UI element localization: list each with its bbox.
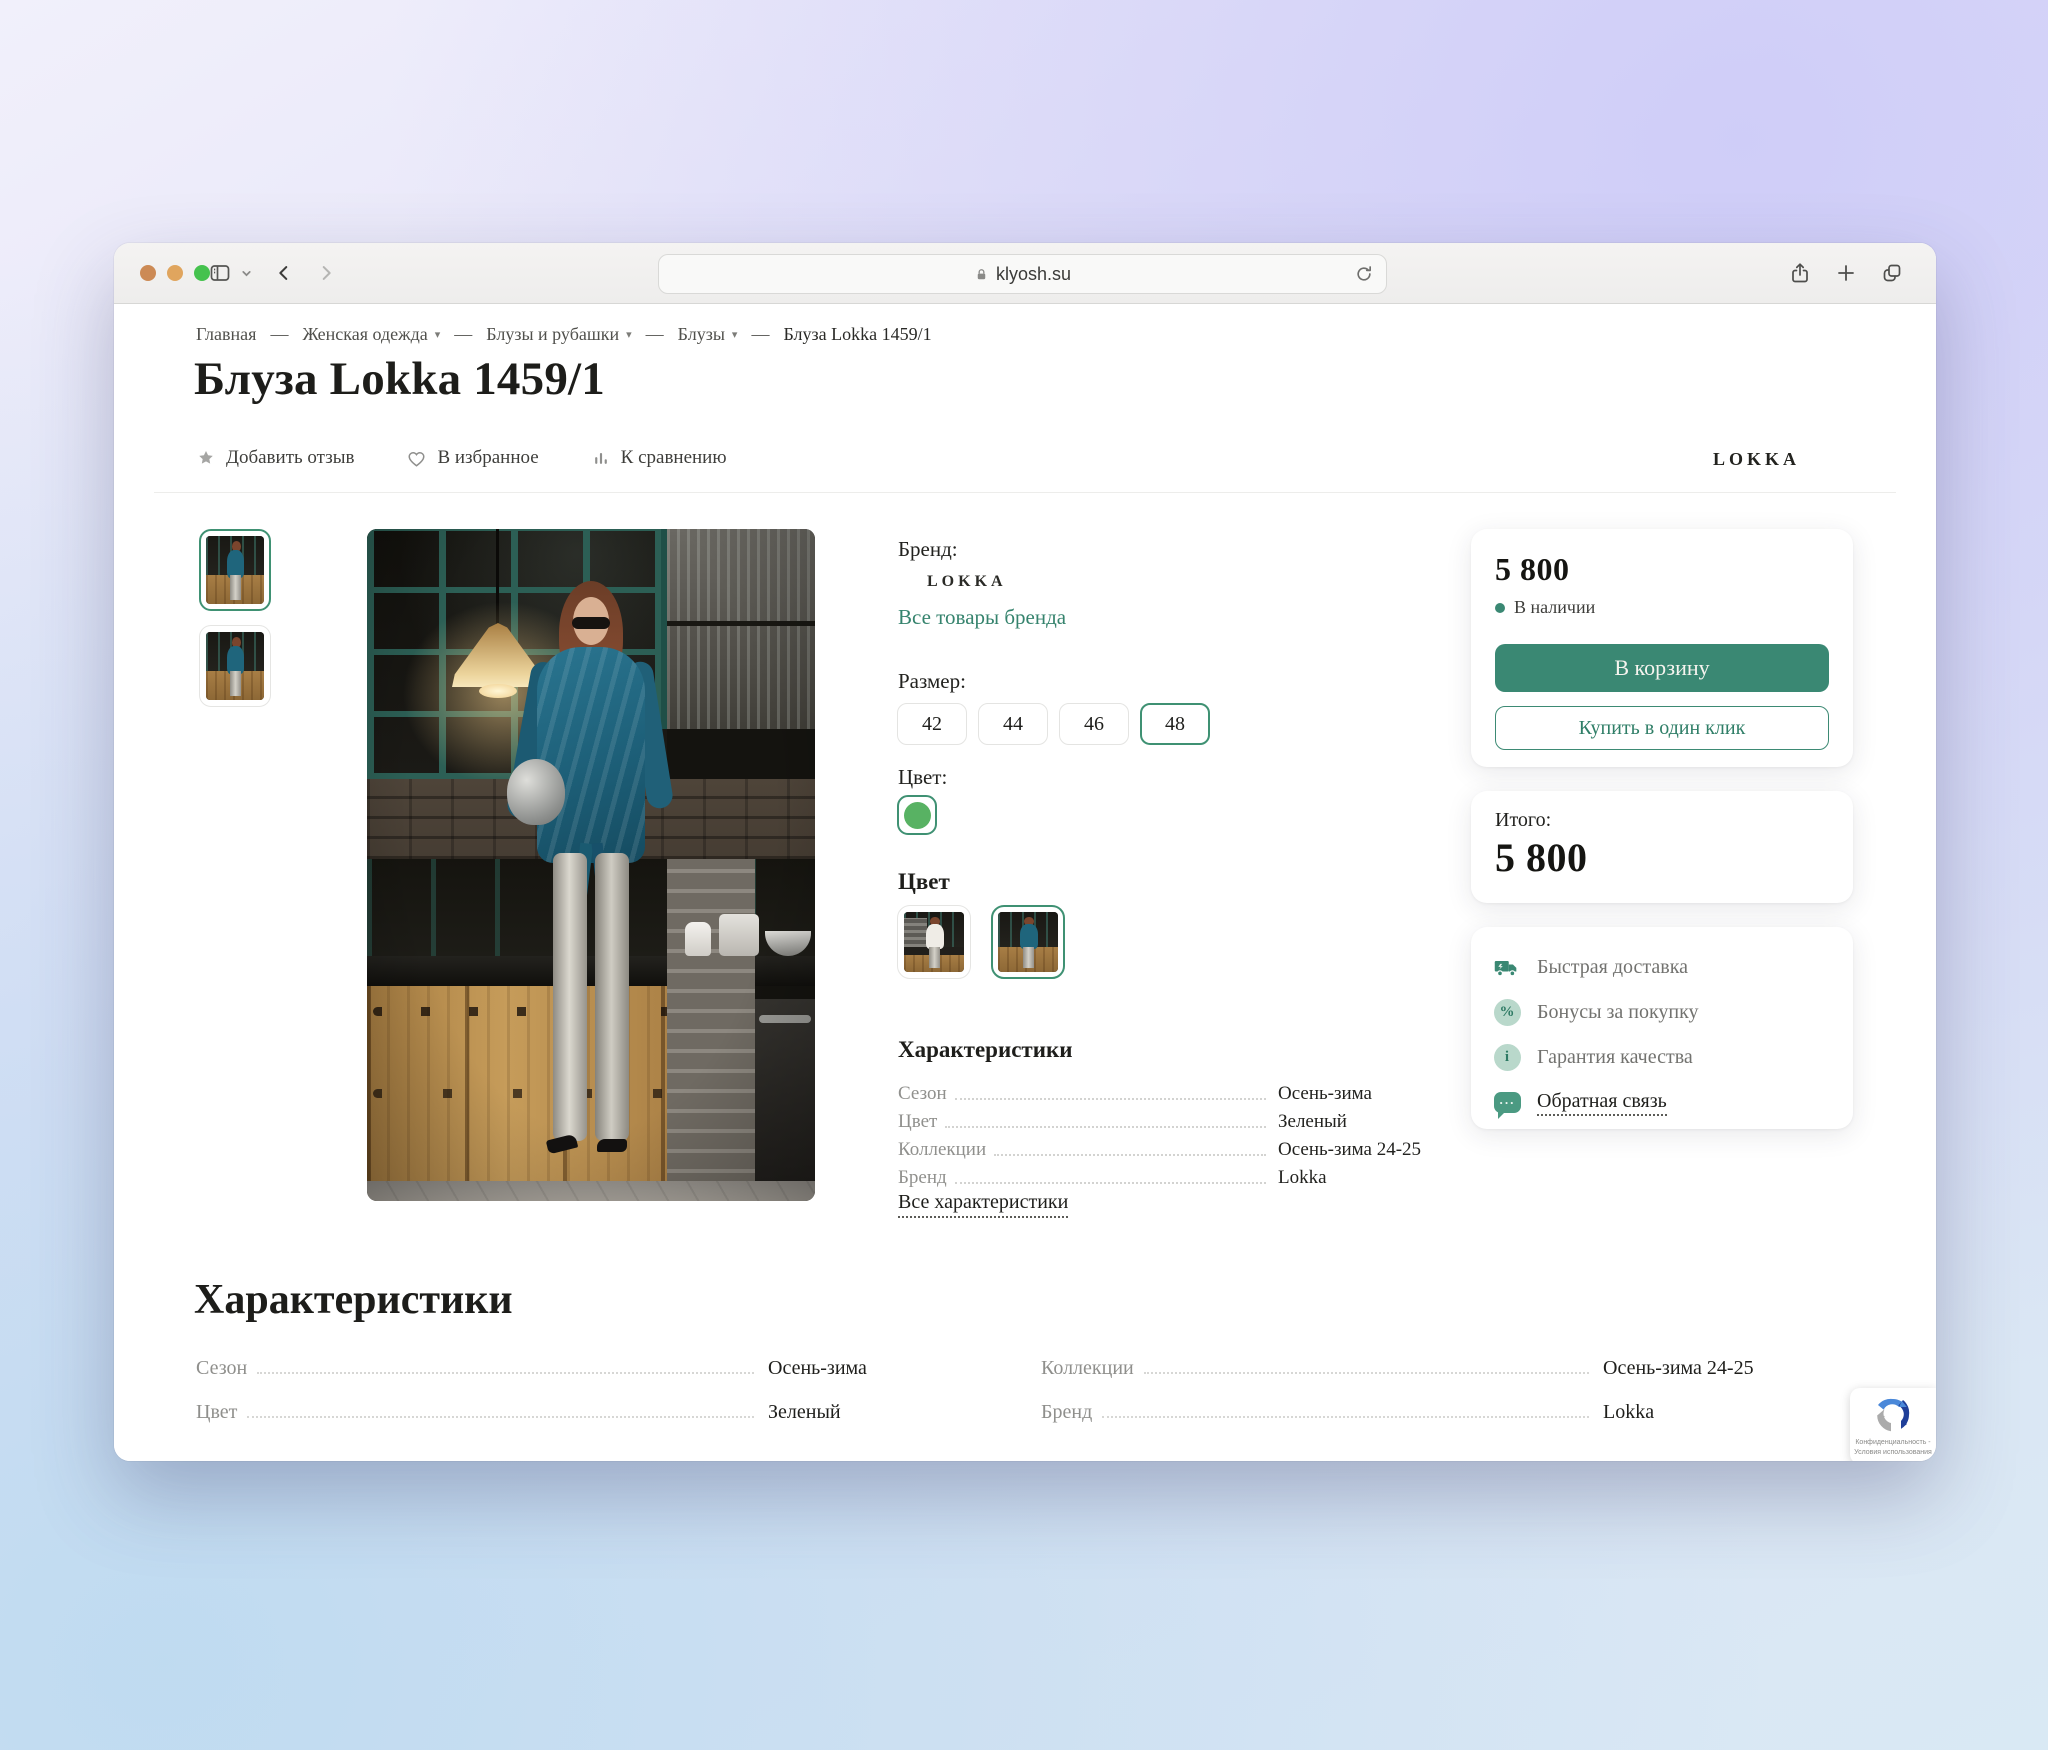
- size-options: 42 44 46 48: [897, 703, 1210, 745]
- compare-button[interactable]: К сравнению: [591, 447, 727, 469]
- lock-icon: [974, 267, 989, 282]
- chat-icon: ···: [1493, 1089, 1521, 1117]
- chevron-down-icon[interactable]: [238, 265, 254, 281]
- gallery-thumbnail-2[interactable]: [199, 625, 271, 707]
- mini-specs-title: Характеристики: [898, 1037, 1072, 1063]
- recaptcha-icon: [1873, 1395, 1913, 1435]
- breadcrumb-separator: —: [454, 324, 472, 345]
- color-variant-white[interactable]: [897, 905, 971, 979]
- new-tab-icon[interactable]: [1832, 260, 1860, 286]
- color-swatch-green[interactable]: [897, 795, 937, 835]
- page-content: Главная — Женская одежда▾ — Блузы и руба…: [114, 304, 1936, 1461]
- features-card: Быстрая доставка % Бонусы за покупку i Г…: [1471, 927, 1853, 1129]
- feature-bonuses: % Бонусы за покупку: [1493, 990, 1831, 1035]
- add-to-cart-button[interactable]: В корзину: [1495, 644, 1829, 692]
- total-label: Итого:: [1495, 809, 1829, 832]
- reload-icon[interactable]: [1353, 263, 1375, 285]
- spec-row: ЦветЗеленый: [196, 1394, 896, 1424]
- spec-row: ЦветЗеленый: [898, 1105, 1440, 1133]
- photo-glass-cabinet: [661, 529, 815, 729]
- spec-row: СезонОсень-зима: [196, 1350, 896, 1380]
- tab-overview-icon[interactable]: [1878, 260, 1906, 286]
- one-click-buy-button[interactable]: Купить в один клик: [1495, 706, 1829, 750]
- divider: [154, 492, 1896, 493]
- breadcrumb-separator: —: [751, 324, 769, 345]
- share-icon[interactable]: [1786, 260, 1814, 286]
- color-variant-green[interactable]: [991, 905, 1065, 979]
- color-section-heading: Цвет: [898, 869, 950, 895]
- brand-logo: LOKKA: [1713, 449, 1800, 470]
- size-label: Размер:: [898, 669, 966, 694]
- gallery-thumbnail-1[interactable]: [199, 529, 271, 611]
- total-card: Итого: 5 800: [1471, 791, 1853, 903]
- size-option-44[interactable]: 44: [978, 703, 1048, 745]
- price: 5 800: [1495, 551, 1829, 588]
- minimize-button[interactable]: [167, 265, 183, 281]
- specs-section-title: Характеристики: [194, 1276, 513, 1324]
- size-option-48[interactable]: 48: [1140, 703, 1210, 745]
- all-specs-link[interactable]: Все характеристики: [898, 1191, 1068, 1218]
- spec-row: БрендLokka: [1041, 1394, 1781, 1424]
- compare-bars-icon: [591, 448, 611, 468]
- heart-icon: [406, 448, 427, 469]
- spec-row: БрендLokka: [898, 1161, 1440, 1189]
- brand-label: Бренд:: [898, 537, 958, 562]
- forward-button[interactable]: [312, 260, 340, 286]
- specs-column-right: КоллекцииОсень-зима 24-25 БрендLokka: [1041, 1350, 1781, 1438]
- gallery-thumbnails: [199, 529, 271, 707]
- breadcrumb-item-current: Блуза Lokka 1459/1: [783, 324, 931, 345]
- availability: В наличии: [1495, 597, 1829, 618]
- in-stock-dot: [1495, 603, 1505, 613]
- breadcrumb-item-home[interactable]: Главная: [196, 324, 256, 345]
- recaptcha-badge[interactable]: Конфиденциальность -Условия использовани…: [1850, 1388, 1936, 1461]
- feature-quality: i Гарантия качества: [1493, 1035, 1831, 1080]
- product-photo-thumbnail: [206, 632, 264, 700]
- star-icon: [196, 448, 216, 468]
- browser-toolbar: klyosh.su: [114, 243, 1936, 304]
- product-actions: Добавить отзыв В избранное К сравнению: [196, 447, 727, 469]
- page-title: Блуза Lokka 1459/1: [194, 352, 605, 406]
- color-label: Цвет:: [898, 765, 947, 790]
- window-controls: [140, 265, 210, 281]
- truck-icon: [1493, 954, 1521, 982]
- size-option-46[interactable]: 46: [1059, 703, 1129, 745]
- breadcrumb-item-blouses-shirts[interactable]: Блузы и рубашки▾: [486, 324, 631, 345]
- back-button[interactable]: [270, 260, 298, 286]
- info-icon: i: [1493, 1044, 1521, 1072]
- close-button[interactable]: [140, 265, 156, 281]
- breadcrumb-separator: —: [646, 324, 664, 345]
- url-text: klyosh.su: [996, 264, 1071, 285]
- price-card: 5 800 В наличии В корзину Купить в один …: [1471, 529, 1853, 767]
- spec-row: КоллекцииОсень-зима 24-25: [898, 1133, 1440, 1161]
- specs-column-left: СезонОсень-зима ЦветЗеленый: [196, 1350, 896, 1438]
- size-option-42[interactable]: 42: [897, 703, 967, 745]
- browser-window: klyosh.su Главная — Женская одежда▾ — Бл…: [114, 243, 1936, 1461]
- green-swatch-dot: [904, 802, 931, 829]
- favorite-button[interactable]: В избранное: [406, 447, 538, 469]
- address-bar[interactable]: klyosh.su: [658, 254, 1387, 294]
- feature-fast-delivery: Быстрая доставка: [1493, 945, 1831, 990]
- percent-icon: %: [1493, 999, 1521, 1027]
- spec-row: КоллекцииОсень-зима 24-25: [1041, 1350, 1781, 1380]
- color-variants: [897, 905, 1065, 979]
- all-brand-products-link[interactable]: Все товары бренда: [898, 605, 1066, 630]
- spec-row: СезонОсень-зима: [898, 1077, 1440, 1105]
- breadcrumb-item-womens-clothing[interactable]: Женская одежда▾: [302, 324, 440, 345]
- chevron-down-icon: ▾: [435, 328, 441, 341]
- mini-specs-list: СезонОсень-зима ЦветЗеленый КоллекцииОсе…: [898, 1077, 1440, 1189]
- brand-logo-small: LOKKA: [927, 573, 1007, 591]
- chevron-down-icon: ▾: [626, 328, 632, 341]
- breadcrumb-separator: —: [270, 324, 288, 345]
- breadcrumb-item-blouses[interactable]: Блузы▾: [678, 324, 738, 345]
- breadcrumb: Главная — Женская одежда▾ — Блузы и руба…: [196, 324, 932, 345]
- sidebar-icon[interactable]: [206, 260, 234, 286]
- add-review-button[interactable]: Добавить отзыв: [196, 447, 354, 469]
- photo-model: [517, 581, 677, 1181]
- total-value: 5 800: [1495, 834, 1829, 881]
- chevron-down-icon: ▾: [732, 328, 738, 341]
- product-photo-thumbnail: [206, 536, 264, 604]
- main-product-image[interactable]: [367, 529, 815, 1201]
- feedback-link[interactable]: ··· Обратная связь: [1493, 1080, 1831, 1125]
